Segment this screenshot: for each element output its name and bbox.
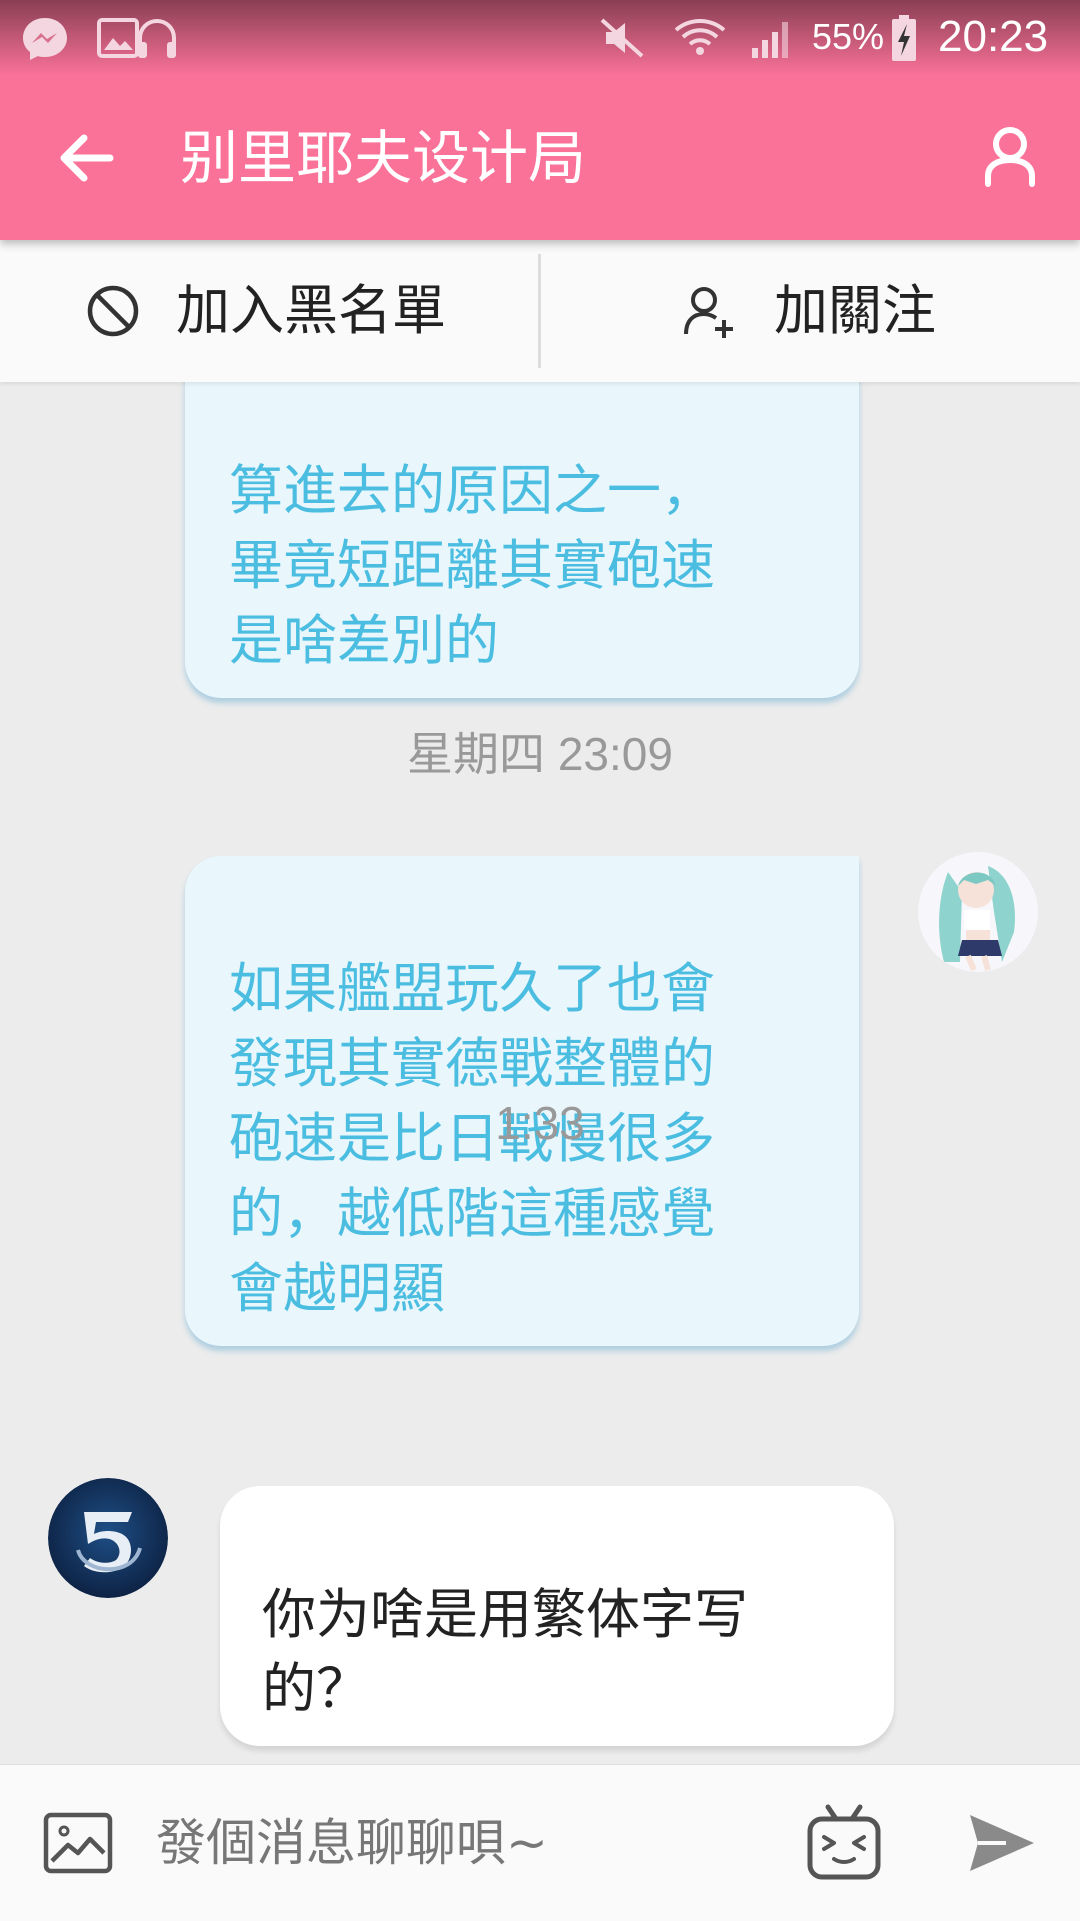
page-title: 别里耶夫设计局 (180, 124, 587, 192)
add-user-icon (684, 287, 733, 338)
header: 55% 20:23 别里耶夫设计局 (0, 0, 1080, 240)
headphone-icon (138, 18, 176, 58)
battery-percent: 55% (812, 16, 885, 57)
clock: 20:23 (938, 12, 1049, 61)
block-button[interactable]: 加入黑名單 (0, 240, 538, 382)
other-message-bubble: 你为啥是用繁体字写 的？ (220, 1486, 894, 1746)
self-message-bubble: 算進去的原因之一， 畢竟短距離其實砲速 是啥差別的 (185, 382, 859, 698)
follow-label: 加關注 (774, 279, 936, 342)
follow-button[interactable]: 加關注 (542, 240, 1080, 382)
other-avatar[interactable] (48, 1478, 168, 1598)
input-bar (0, 1764, 1080, 1921)
user-icon[interactable] (970, 118, 1050, 198)
action-bar: 加入黑名單 加關注 (0, 240, 1080, 382)
chat-area[interactable]: 算進去的原因之一， 畢竟短距離其實砲速 是啥差別的 星期四 23:09 如果艦盟… (0, 382, 1080, 1764)
signal-icon (752, 22, 788, 58)
message-text: 你为啥是用繁体字写 的？ (262, 1583, 748, 1720)
app-bar: 别里耶夫设计局 (0, 76, 1080, 240)
image-icon[interactable] (42, 1807, 114, 1879)
message-input[interactable] (156, 1799, 776, 1887)
tv-face-icon[interactable] (806, 1803, 882, 1883)
mute-icon (600, 18, 644, 58)
status-bar: 55% 20:23 (0, 0, 1080, 76)
timestamp: 1:33 (495, 1097, 585, 1149)
block-icon (87, 285, 139, 337)
arrow-left-icon[interactable] (46, 118, 126, 198)
wifi-icon (674, 19, 726, 55)
action-divider (538, 254, 541, 368)
timestamp: 星期四 23:09 (407, 728, 673, 780)
send-icon[interactable] (966, 1811, 1038, 1875)
battery-icon (892, 15, 916, 61)
messenger-icon (23, 18, 67, 60)
self-avatar[interactable] (918, 852, 1038, 972)
message-text: 算進去的原因之一， 畢竟短距離其實砲速 是啥差別的 (229, 459, 715, 672)
block-label: 加入黑名單 (176, 279, 446, 342)
